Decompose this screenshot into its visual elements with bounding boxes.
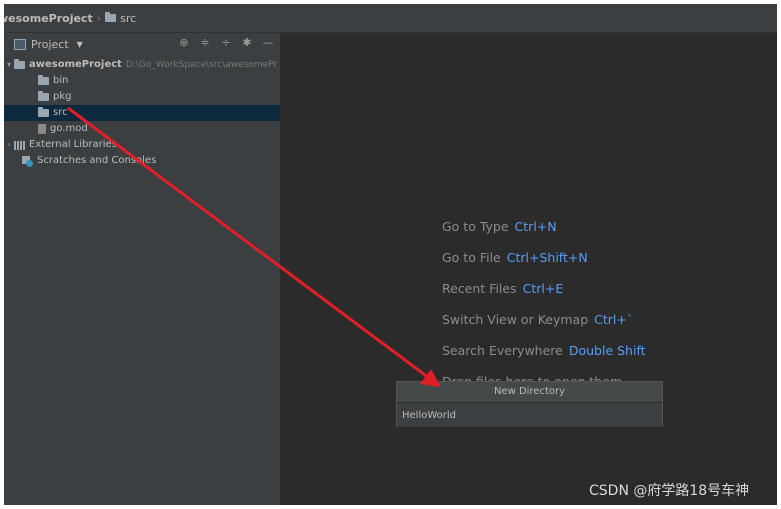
annotation-arrow [67, 106, 441, 387]
annotation-arrow-head [420, 369, 441, 387]
watermark: CSDN @府学路18号车神 [589, 483, 750, 499]
annotation-arrow-line [67, 106, 434, 383]
